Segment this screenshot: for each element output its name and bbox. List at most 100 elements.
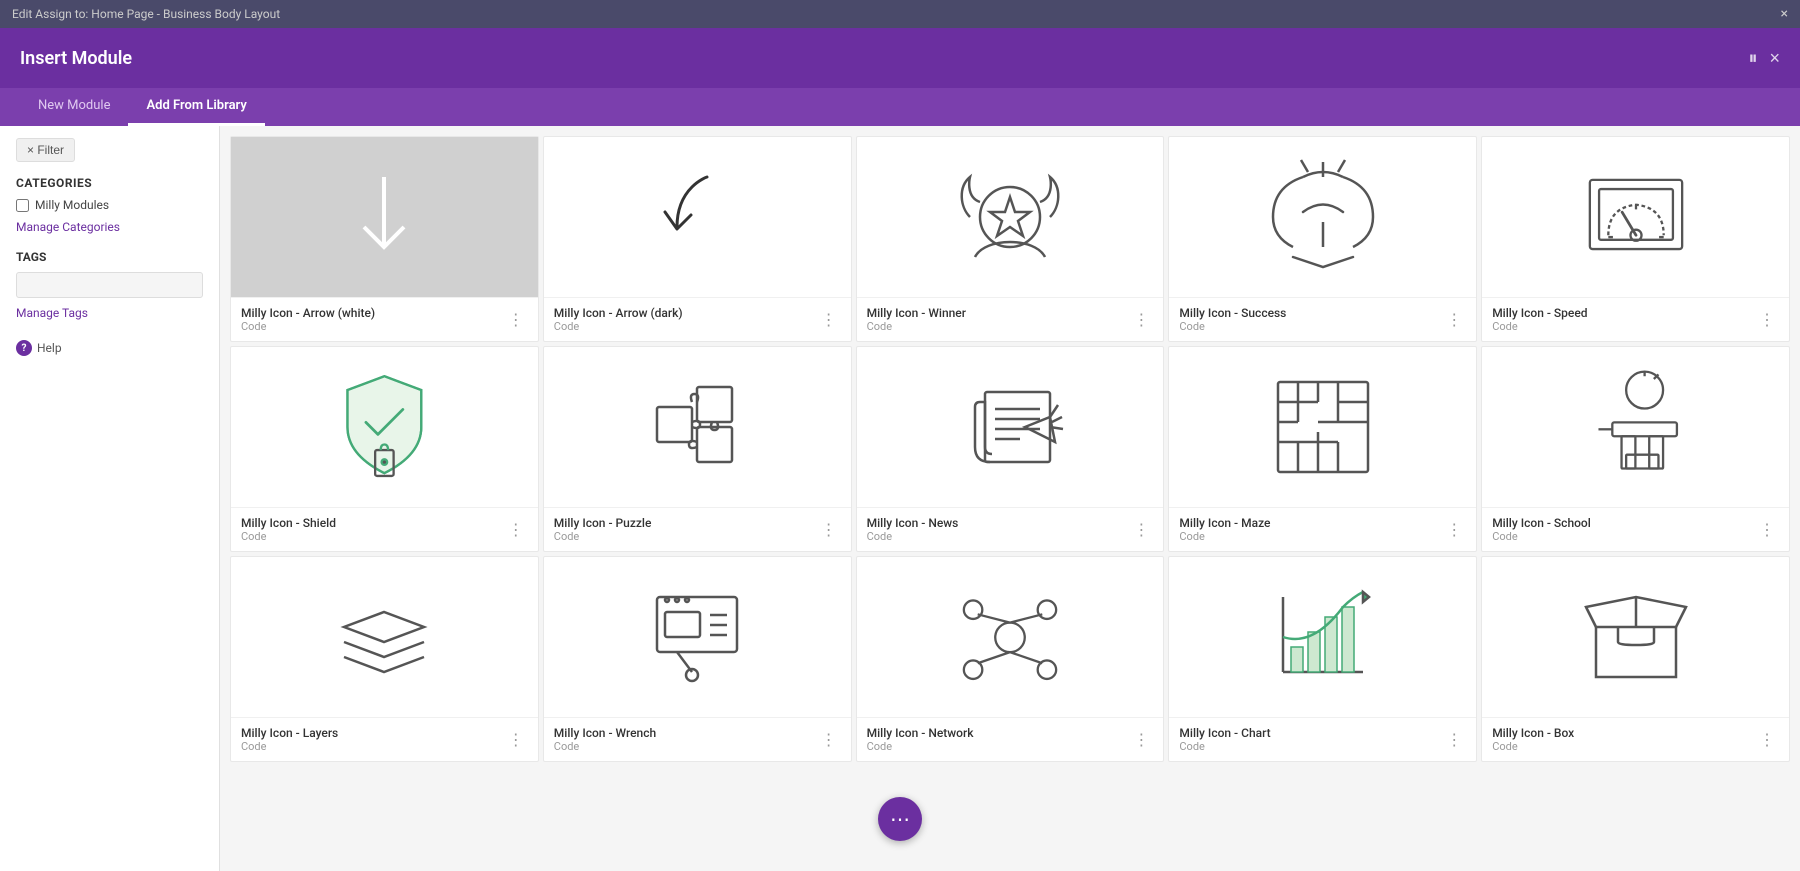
card-footer-arrow-dark: Milly Icon - Arrow (dark) Code ⋮ <box>544 297 851 341</box>
fab-button[interactable]: ⋯ <box>878 797 922 841</box>
card-footer-layers: Milly Icon - Layers Code ⋮ <box>231 717 538 761</box>
card-success[interactable]: Milly Icon - Success Code ⋮ <box>1168 136 1477 342</box>
card-menu-shield[interactable]: ⋮ <box>504 518 528 542</box>
card-icon-area-maze <box>1169 347 1476 507</box>
card-menu-arrow-dark[interactable]: ⋮ <box>817 308 841 332</box>
milly-modules-row: Milly Modules <box>16 198 203 212</box>
sidebar: × Filter Categories Milly Modules Manage… <box>0 126 220 871</box>
card-chart[interactable]: Milly Icon - Chart Code ⋮ <box>1168 556 1477 762</box>
card-icon-area-news <box>857 347 1164 507</box>
card-menu-chart[interactable]: ⋮ <box>1442 728 1466 752</box>
card-type-success: Code <box>1179 320 1286 333</box>
card-menu-success[interactable]: ⋮ <box>1442 308 1466 332</box>
modal-pause-button[interactable]: ⏸ <box>1748 48 1757 69</box>
card-icon-area-layers <box>231 557 538 717</box>
card-menu-layers[interactable]: ⋮ <box>504 728 528 752</box>
card-shield[interactable]: Milly Icon - Shield Code ⋮ <box>230 346 539 552</box>
card-box[interactable]: Milly Icon - Box Code ⋮ <box>1481 556 1790 762</box>
card-arrow-dark[interactable]: Milly Icon - Arrow (dark) Code ⋮ <box>543 136 852 342</box>
milly-modules-label: Milly Modules <box>35 198 109 212</box>
milly-modules-checkbox[interactable] <box>16 199 29 212</box>
card-name-chart: Milly Icon - Chart <box>1179 726 1270 740</box>
card-winner[interactable]: Milly Icon - Winner Code ⋮ <box>856 136 1165 342</box>
card-footer-chart: Milly Icon - Chart Code ⋮ <box>1169 717 1476 761</box>
manage-categories-link[interactable]: Manage Categories <box>16 220 203 234</box>
card-footer-winner: Milly Icon - Winner Code ⋮ <box>857 297 1164 341</box>
card-arrow-white[interactable]: Milly Icon - Arrow (white) Code ⋮ <box>230 136 539 342</box>
card-footer-puzzle: Milly Icon - Puzzle Code ⋮ <box>544 507 851 551</box>
categories-title: Categories <box>16 176 203 190</box>
card-layers[interactable]: Milly Icon - Layers Code ⋮ <box>230 556 539 762</box>
help-row[interactable]: ? Help <box>16 340 203 356</box>
card-menu-school[interactable]: ⋮ <box>1755 518 1779 542</box>
tab-new-module[interactable]: New Module <box>20 88 128 126</box>
filter-button[interactable]: × Filter <box>16 138 75 162</box>
card-speed[interactable]: Milly Icon - Speed Code ⋮ <box>1481 136 1790 342</box>
card-name-arrow-white: Milly Icon - Arrow (white) <box>241 306 375 320</box>
title-bar: Edit Assign to: Home Page - Business Bod… <box>0 0 1800 28</box>
card-footer-arrow-white: Milly Icon - Arrow (white) Code ⋮ <box>231 297 538 341</box>
card-name-speed: Milly Icon - Speed <box>1492 306 1587 320</box>
tags-input[interactable] <box>16 272 203 298</box>
card-type-layers: Code <box>241 740 338 753</box>
card-name-arrow-dark: Milly Icon - Arrow (dark) <box>554 306 683 320</box>
card-name-school: Milly Icon - School <box>1492 516 1591 530</box>
card-name-maze: Milly Icon - Maze <box>1179 516 1270 530</box>
card-icon-area-puzzle <box>544 347 851 507</box>
grid-area: Milly Icon - Arrow (white) Code ⋮ Milly … <box>220 126 1800 871</box>
card-name-network: Milly Icon - Network <box>867 726 974 740</box>
card-footer-wrench: Milly Icon - Wrench Code ⋮ <box>544 717 851 761</box>
card-school[interactable]: Milly Icon - School Code ⋮ <box>1481 346 1790 552</box>
card-menu-news[interactable]: ⋮ <box>1129 518 1153 542</box>
card-type-shield: Code <box>241 530 336 543</box>
card-footer-maze: Milly Icon - Maze Code ⋮ <box>1169 507 1476 551</box>
title-bar-text: Edit Assign to: Home Page - Business Bod… <box>12 7 280 21</box>
card-name-box: Milly Icon - Box <box>1492 726 1574 740</box>
insert-module-modal: Insert Module ⏸ × New Module Add From Li… <box>0 28 1800 871</box>
card-type-news: Code <box>867 530 959 543</box>
modal-tabs: New Module Add From Library <box>0 88 1800 126</box>
card-menu-winner[interactable]: ⋮ <box>1129 308 1153 332</box>
card-icon-area-winner <box>857 137 1164 297</box>
card-name-wrench: Milly Icon - Wrench <box>554 726 656 740</box>
help-label: Help <box>37 341 62 355</box>
tab-add-from-library[interactable]: Add From Library <box>128 88 264 126</box>
card-icon-area-box <box>1482 557 1789 717</box>
card-menu-box[interactable]: ⋮ <box>1755 728 1779 752</box>
card-type-chart: Code <box>1179 740 1270 753</box>
card-icon-area-network <box>857 557 1164 717</box>
title-bar-close[interactable]: × <box>1781 6 1788 22</box>
card-name-news: Milly Icon - News <box>867 516 959 530</box>
card-footer-school: Milly Icon - School Code ⋮ <box>1482 507 1789 551</box>
help-icon: ? <box>16 340 32 356</box>
card-type-arrow-dark: Code <box>554 320 683 333</box>
card-icon-area-wrench <box>544 557 851 717</box>
card-menu-network[interactable]: ⋮ <box>1129 728 1153 752</box>
card-menu-speed[interactable]: ⋮ <box>1755 308 1779 332</box>
card-news[interactable]: Milly Icon - News Code ⋮ <box>856 346 1165 552</box>
card-icon-area-speed <box>1482 137 1789 297</box>
card-maze[interactable]: Milly Icon - Maze Code ⋮ <box>1168 346 1477 552</box>
modal-title: Insert Module <box>20 48 132 69</box>
card-icon-area-success <box>1169 137 1476 297</box>
card-footer-speed: Milly Icon - Speed Code ⋮ <box>1482 297 1789 341</box>
card-type-speed: Code <box>1492 320 1587 333</box>
modal-body: × Filter Categories Milly Modules Manage… <box>0 126 1800 871</box>
card-icon-area-arrow-dark <box>544 137 851 297</box>
card-menu-puzzle[interactable]: ⋮ <box>817 518 841 542</box>
card-name-winner: Milly Icon - Winner <box>867 306 966 320</box>
card-menu-maze[interactable]: ⋮ <box>1442 518 1466 542</box>
card-type-maze: Code <box>1179 530 1270 543</box>
card-puzzle[interactable]: Milly Icon - Puzzle Code ⋮ <box>543 346 852 552</box>
modal-close-button[interactable]: × <box>1769 48 1780 69</box>
card-type-puzzle: Code <box>554 530 652 543</box>
card-type-network: Code <box>867 740 974 753</box>
card-icon-area-arrow-white <box>231 137 538 297</box>
card-wrench[interactable]: Milly Icon - Wrench Code ⋮ <box>543 556 852 762</box>
card-menu-arrow-white[interactable]: ⋮ <box>504 308 528 332</box>
manage-tags-link[interactable]: Manage Tags <box>16 306 203 320</box>
card-type-school: Code <box>1492 530 1591 543</box>
card-network[interactable]: Milly Icon - Network Code ⋮ <box>856 556 1165 762</box>
card-type-wrench: Code <box>554 740 656 753</box>
card-menu-wrench[interactable]: ⋮ <box>817 728 841 752</box>
